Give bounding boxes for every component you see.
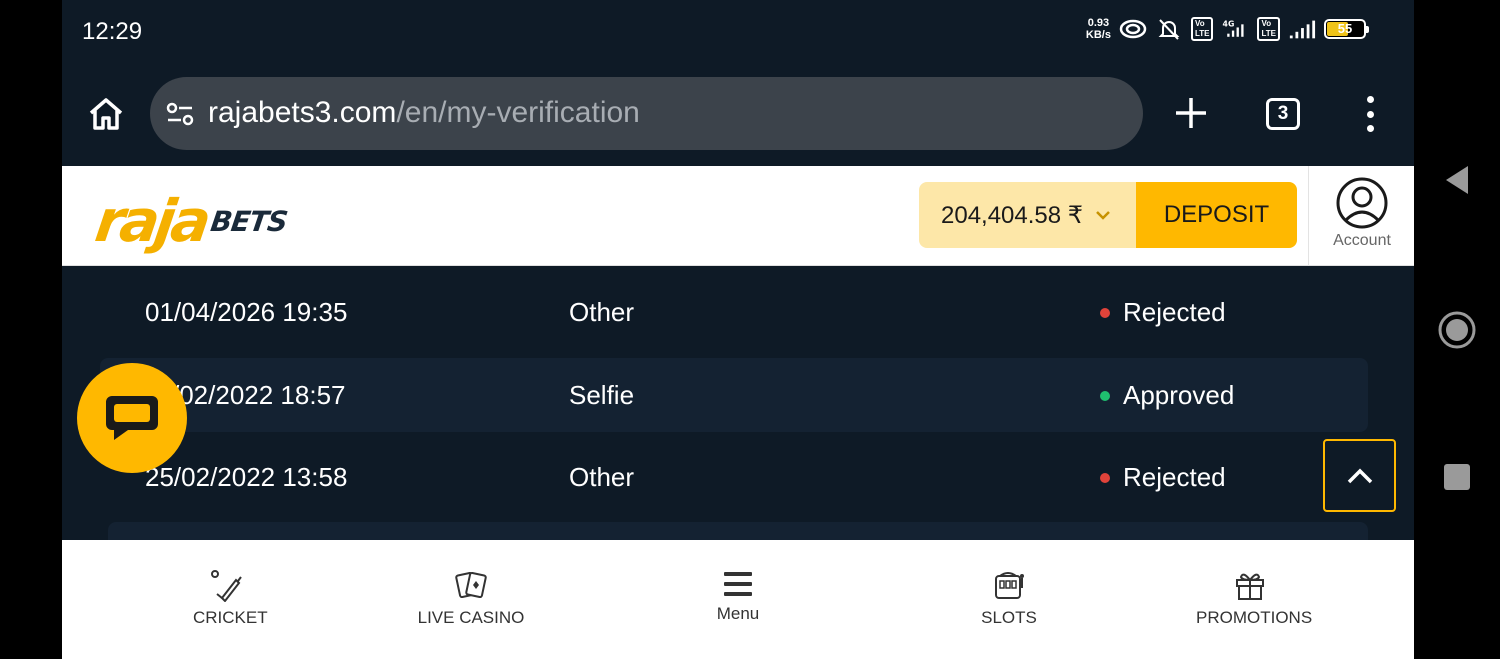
scroll-to-top-button[interactable]	[1323, 439, 1396, 512]
site-settings-icon[interactable]	[164, 99, 196, 129]
table-row: 01/04/2026 19:35 Other Rejected	[100, 275, 1368, 349]
battery-icon: 55	[1324, 19, 1369, 39]
nav-menu[interactable]: Menu	[710, 570, 766, 624]
volte-icon-2: Vo LTE	[1257, 17, 1280, 41]
nav-promotions[interactable]: PROMOTIONS	[1196, 568, 1312, 628]
row-status: Rejected	[1100, 297, 1226, 328]
back-icon[interactable]	[1442, 163, 1472, 197]
cards-icon	[455, 571, 487, 599]
status-dot	[1100, 472, 1110, 483]
status-bar: 12:29 0.93 KB/s Vo LTE 4G Vo LTE 55	[62, 0, 1414, 64]
browser-toolbar: rajabets3.com/en/my-verification 3	[62, 64, 1414, 166]
mute-bell-icon	[1155, 16, 1183, 42]
tab-switcher-button[interactable]: 3	[1266, 98, 1300, 130]
deposit-button[interactable]: DEPOSIT	[1136, 182, 1297, 248]
user-icon	[1336, 177, 1388, 229]
status-icons: 0.93 KB/s Vo LTE 4G Vo LTE 55	[1085, 16, 1369, 42]
header-divider	[1308, 166, 1309, 266]
nav-live-casino[interactable]: LIVE CASINO	[415, 568, 527, 628]
row-status: Approved	[1100, 380, 1234, 411]
account-button[interactable]: Account	[1320, 176, 1404, 258]
android-navigation-bar	[1414, 0, 1500, 659]
address-bar[interactable]: rajabets3.com/en/my-verification	[150, 77, 1143, 150]
recents-icon[interactable]	[1443, 463, 1471, 491]
row-status: Rejected	[1100, 462, 1226, 493]
row-date: 01/04/2026 19:35	[145, 297, 348, 327]
home-circle-icon[interactable]	[1437, 310, 1477, 350]
chat-icon	[106, 396, 158, 440]
gift-icon	[1236, 573, 1264, 600]
status-time: 12:29	[82, 18, 143, 45]
row-type: Other	[569, 297, 635, 327]
url-text[interactable]: rajabets3.com/en/my-verification	[208, 96, 640, 130]
row-type: Selfie	[569, 380, 635, 410]
account-label: Account	[1333, 232, 1391, 249]
row-date: /02/2022 18:57	[172, 380, 346, 410]
site-header: raja BETS 204,404.58 ₹ DEPOSIT Account	[62, 166, 1414, 266]
cricket-bat-icon	[211, 570, 242, 602]
svg-text:4G: 4G	[1223, 20, 1235, 29]
nav-slots[interactable]: SLOTS	[980, 568, 1038, 628]
status-dot	[1100, 307, 1110, 318]
signal-icon-2	[1288, 16, 1316, 42]
more-options-icon[interactable]	[1354, 96, 1386, 132]
chevron-up-icon	[1347, 468, 1372, 483]
row-date: 25/02/2022 13:58	[145, 462, 348, 492]
verification-table: 01/04/2026 19:35 Other Rejected /02/2022…	[62, 266, 1414, 540]
hotspot-icon	[1119, 16, 1147, 42]
bottom-navigation: CRICKET LIVE CASINO Menu SLOTS PROMOTION…	[62, 540, 1414, 659]
hamburger-menu-icon	[724, 572, 752, 596]
slot-machine-icon	[995, 572, 1024, 599]
volte-icon: Vo LTE	[1190, 17, 1214, 41]
signal-icon: 4G	[1221, 16, 1249, 42]
network-speed: 0.93 KB/s	[1085, 17, 1111, 41]
home-icon[interactable]	[86, 94, 126, 134]
rajabets-logo[interactable]: raja BETS	[91, 180, 289, 255]
table-row: 25/02/2022 13:58 Other Rejected	[100, 440, 1368, 514]
live-chat-button[interactable]	[77, 363, 187, 473]
balance-dropdown[interactable]: 204,404.58 ₹	[919, 182, 1137, 248]
table-row-partial	[108, 522, 1368, 540]
status-dot	[1100, 390, 1110, 401]
table-row: /02/2022 18:57 Selfie Approved	[100, 358, 1368, 432]
balance-amount: 204,404.58 ₹	[941, 201, 1084, 229]
chevron-down-icon	[1096, 211, 1110, 220]
nav-cricket[interactable]: CRICKET	[193, 568, 268, 628]
phone-screen: 12:29 0.93 KB/s Vo LTE 4G Vo LTE 55 raja…	[62, 0, 1414, 659]
new-tab-icon[interactable]	[1170, 92, 1212, 134]
row-type: Other	[569, 462, 635, 492]
